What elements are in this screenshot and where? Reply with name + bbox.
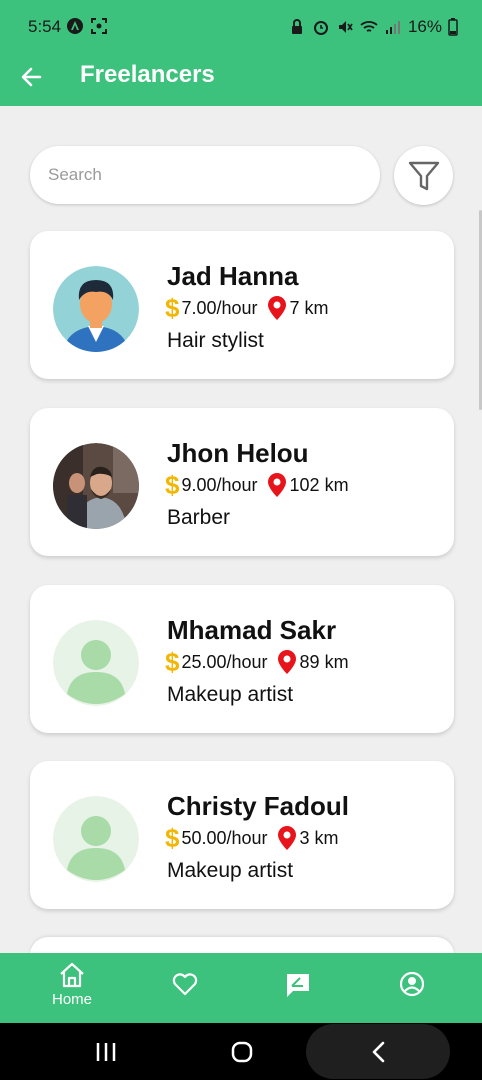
freelancer-meta: $ 50.00/hour 3 km [165, 825, 339, 851]
freelancer-role: Makeup artist [167, 859, 294, 882]
avatar [53, 620, 139, 706]
freelancer-meta: $ 25.00/hour 89 km [165, 649, 349, 675]
filter-icon [408, 161, 439, 190]
location-pin-icon [267, 473, 286, 497]
freelancer-role: Barber [167, 506, 231, 529]
recent-apps-button[interactable] [92, 1038, 120, 1066]
system-home-button[interactable] [228, 1038, 256, 1066]
avatar [53, 796, 139, 882]
nav-home[interactable]: Home [32, 961, 112, 1019]
freelancer-name: Christy Fadoul [167, 791, 350, 821]
screenshot-icon [91, 18, 107, 34]
wifi-icon [360, 21, 378, 32]
freelancer-role: Makeup artist [167, 683, 294, 706]
distance: 3 km [299, 827, 339, 848]
hourly-rate: 9.00/hour [181, 474, 258, 495]
dollar-icon: $ [165, 470, 180, 500]
location-pin-icon [277, 650, 296, 674]
distance: 7 km [289, 297, 329, 318]
user-placeholder-icon [53, 620, 139, 706]
page-title: Freelancers [80, 61, 215, 88]
status-right-icons: 16% [288, 17, 458, 37]
nav-profile[interactable] [372, 971, 452, 1029]
photo-avatar-icon [53, 443, 139, 529]
distance: 102 km [289, 474, 349, 495]
status-time: 5:54 [28, 17, 62, 36]
bottom-nav: Home [0, 953, 482, 1023]
cartoon-man-avatar-icon [53, 266, 139, 352]
user-placeholder-icon [53, 796, 139, 882]
status-bar: 5:54 16% [0, 0, 482, 56]
nav-favorites[interactable] [145, 971, 225, 1029]
freelancer-card[interactable]: Mhamad Sakr $ 25.00/hour 89 km Makeup ar… [30, 585, 454, 733]
mute-icon [338, 21, 353, 33]
freelancer-card[interactable]: Jhon Helou $ 9.00/hour 102 km Barber [30, 408, 454, 556]
search-box [30, 146, 380, 204]
app-bar: Freelancers [0, 56, 482, 106]
back-arrow-icon [21, 67, 42, 87]
avatar [53, 443, 139, 529]
hourly-rate: 25.00/hour [181, 651, 268, 672]
battery-percent: 16% [407, 17, 442, 36]
battery-icon [448, 18, 458, 36]
freelancer-meta: $ 9.00/hour 102 km [165, 472, 349, 498]
freelancer-name: Jhon Helou [167, 438, 309, 468]
freelancer-card[interactable]: Jad Hanna $ 7.00/hour 7 km Hair stylist [30, 231, 454, 379]
dollar-icon: $ [165, 823, 180, 853]
chevron-left-icon [372, 1041, 385, 1063]
freelancer-role: Hair stylist [167, 329, 264, 352]
freelancer-card[interactable]: Christy Fadoul $ 50.00/hour 3 km Makeup … [30, 761, 454, 909]
dollar-icon: $ [165, 647, 180, 677]
location-pin-icon [267, 296, 286, 320]
nav-messages[interactable] [258, 971, 338, 1029]
freelancer-name: Jad Hanna [167, 261, 299, 291]
system-home-icon [231, 1041, 253, 1063]
recent-apps-icon [96, 1043, 116, 1061]
lock-icon [291, 19, 302, 34]
location-pin-icon [277, 826, 296, 850]
heart-icon [172, 973, 198, 996]
freelancer-name: Mhamad Sakr [167, 615, 337, 645]
status-notification-icons [66, 17, 108, 35]
app-notification-icon [67, 18, 83, 34]
hourly-rate: 7.00/hour [181, 297, 258, 318]
distance: 89 km [299, 651, 349, 672]
avatar [53, 266, 139, 352]
signal-icon [385, 21, 400, 34]
nav-home-label: Home [51, 991, 92, 1008]
freelancer-meta: $ 7.00/hour 7 km [165, 295, 329, 321]
chat-edit-icon [287, 974, 309, 997]
home-icon [60, 962, 84, 988]
search-input[interactable] [30, 146, 380, 204]
alarm-icon [313, 21, 328, 35]
system-back-button[interactable] [364, 1038, 392, 1066]
account-icon [399, 971, 425, 997]
filter-button[interactable] [394, 146, 453, 205]
system-nav-bar [0, 1023, 482, 1080]
dollar-icon: $ [165, 293, 180, 323]
back-button[interactable] [14, 60, 48, 94]
hourly-rate: 50.00/hour [181, 827, 268, 848]
